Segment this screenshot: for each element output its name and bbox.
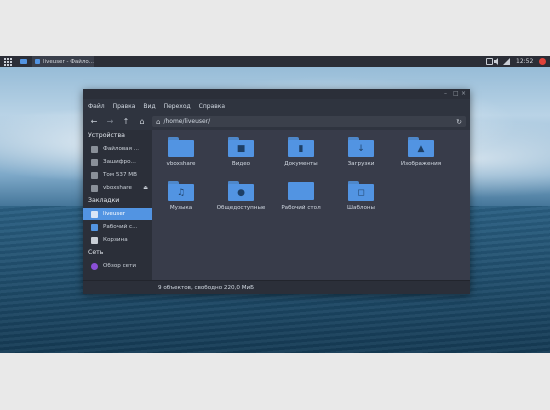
file-item-pictures[interactable]: ▲ Изображения: [391, 137, 451, 167]
taskbar-title: liveuser - Файло...: [43, 58, 94, 65]
music-folder-icon: ♫: [168, 181, 194, 201]
sidebar-item-filesystem[interactable]: Файловая ...: [83, 143, 152, 155]
close-icon[interactable]: ×: [461, 90, 466, 97]
sidebar: Устройства Файловая ... Зашифро... Том 5…: [83, 130, 152, 280]
back-icon[interactable]: ←: [88, 116, 100, 127]
folder-icon: ⌂: [156, 117, 161, 126]
sidebar-item-browse-network[interactable]: Обзор сети: [83, 260, 152, 272]
file-item-templates[interactable]: ◻ Шаблоны: [331, 181, 391, 211]
drive-icon: [91, 184, 98, 192]
drive-icon: [91, 171, 98, 179]
menu-bar: Файл Правка Вид Переход Справка: [83, 99, 470, 113]
up-icon[interactable]: ↑: [120, 116, 132, 127]
location-bar[interactable]: ⌂ /home/liveuser/ ↻: [152, 116, 466, 127]
sidebar-item-volume[interactable]: Том 537 MB: [83, 169, 152, 181]
documents-folder-icon: ▮: [288, 137, 314, 157]
home-icon[interactable]: ⌂: [136, 116, 148, 127]
sidebar-item-desktop[interactable]: Рабочий с...: [83, 221, 152, 233]
desktop: liveuser - Файло... 12:52 – □ × Файл Пра…: [0, 56, 550, 353]
desktop-icon: [91, 223, 98, 231]
menu-help[interactable]: Справка: [199, 103, 225, 110]
trash-icon: [91, 236, 98, 244]
file-manager-window: – □ × Файл Правка Вид Переход Справка ← …: [83, 89, 470, 294]
sidebar-heading-network: Сеть: [88, 249, 104, 256]
file-item-desktop[interactable]: Рабочий стол: [271, 181, 331, 211]
drive-icon: [91, 158, 98, 166]
sidebar-item-trash[interactable]: Корзина: [83, 234, 152, 246]
file-item-documents[interactable]: ▮ Документы: [271, 137, 331, 167]
public-folder-icon: ●: [228, 181, 254, 201]
toolbar: ← → ↑ ⌂ ⌂ /home/liveuser/ ↻: [83, 113, 470, 130]
taskbar-button-file-manager[interactable]: liveuser - Файло...: [32, 56, 94, 67]
sidebar-item-liveuser[interactable]: liveuser: [83, 208, 152, 220]
file-item-downloads[interactable]: ↓ Загрузки: [331, 137, 391, 167]
clock[interactable]: 12:52: [516, 56, 533, 67]
apps-menu-icon[interactable]: [4, 56, 12, 67]
file-item-video[interactable]: ■ Видео: [211, 137, 271, 167]
file-grid: vboxshare ■ Видео ▮ Документы ↓ Загрузки…: [152, 130, 470, 280]
menu-go[interactable]: Переход: [164, 103, 191, 110]
network-browse-icon: [91, 262, 98, 270]
templates-folder-icon: ◻: [348, 181, 374, 201]
minimize-icon[interactable]: –: [444, 90, 447, 97]
sidebar-heading-devices: Устройства: [88, 132, 125, 139]
network-icon[interactable]: [503, 56, 510, 67]
show-desktop-icon[interactable]: [20, 56, 27, 67]
home-folder-icon: [91, 210, 98, 218]
menu-edit[interactable]: Правка: [113, 103, 136, 110]
volume-icon[interactable]: [494, 56, 501, 67]
video-folder-icon: ■: [228, 137, 254, 157]
location-path: /home/liveuser/: [163, 118, 211, 125]
sidebar-item-encrypted[interactable]: Зашифро...: [83, 156, 152, 168]
downloads-folder-icon: ↓: [348, 137, 374, 157]
file-item-vboxshare[interactable]: vboxshare: [151, 137, 211, 167]
sidebar-heading-bookmarks: Закладки: [88, 197, 120, 204]
drive-icon: [91, 145, 98, 153]
window-titlebar[interactable]: – □ ×: [83, 89, 470, 99]
file-item-music[interactable]: ♫ Музыка: [151, 181, 211, 211]
folder-icon: [168, 137, 194, 157]
menu-file[interactable]: Файл: [88, 103, 105, 110]
notifications-icon[interactable]: [486, 56, 493, 67]
menu-view[interactable]: Вид: [143, 103, 155, 110]
power-icon[interactable]: [539, 56, 546, 67]
desktop-folder-icon: [288, 181, 314, 201]
pictures-folder-icon: ▲: [408, 137, 434, 157]
status-text: 9 объектов, свободно 220,0 МиБ: [158, 284, 254, 291]
maximize-icon[interactable]: □: [453, 90, 459, 97]
top-panel: liveuser - Файло... 12:52: [0, 56, 550, 67]
sidebar-item-vboxshare[interactable]: vboxshare ⏏: [83, 182, 152, 194]
forward-icon[interactable]: →: [104, 116, 116, 127]
status-bar: 9 объектов, свободно 220,0 МиБ: [83, 280, 470, 294]
eject-icon[interactable]: ⏏: [143, 185, 148, 191]
reload-icon[interactable]: ↻: [456, 118, 462, 126]
file-item-public[interactable]: ● Общедоступные: [211, 181, 271, 211]
file-manager-icon: [35, 59, 41, 64]
